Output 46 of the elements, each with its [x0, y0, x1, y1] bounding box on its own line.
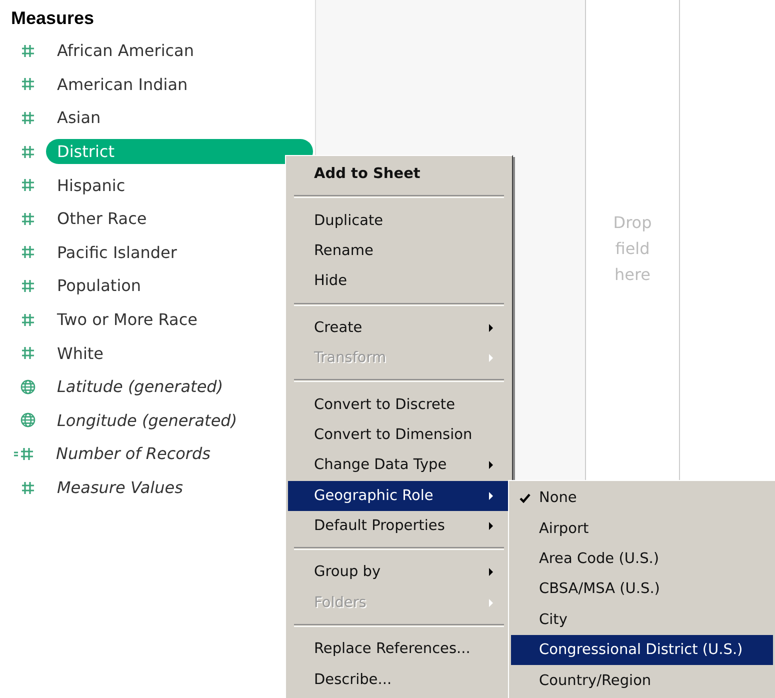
- hash-icon: [20, 42, 36, 59]
- submenu-arrow-icon: [488, 324, 494, 332]
- menu-item[interactable]: None: [511, 483, 773, 514]
- hash-icon: [20, 144, 36, 160]
- menu-item[interactable]: Replace References...: [288, 634, 510, 664]
- globe-icon: [20, 378, 36, 395]
- hash-icon: [20, 76, 36, 92]
- menu-item[interactable]: Congressional District (U.S.): [511, 634, 773, 666]
- menu-item[interactable]: Change Data Type: [288, 450, 510, 481]
- hash-icon: [20, 480, 36, 496]
- field-pill[interactable]: Asian: [46, 105, 313, 130]
- hash-icon: [20, 345, 36, 362]
- check-icon: [519, 492, 531, 504]
- field-pill[interactable]: African American: [46, 38, 313, 64]
- menu-item[interactable]: Airport: [511, 513, 773, 544]
- menu-item[interactable]: Hide: [288, 266, 510, 297]
- menu-item[interactable]: Convert to Dimension: [288, 420, 510, 450]
- panel-title: Measures: [11, 7, 96, 30]
- menu-item[interactable]: Create: [288, 312, 510, 343]
- menu-item[interactable]: Group by: [288, 557, 510, 588]
- submenu-arrow-icon: [488, 568, 494, 576]
- field-pill[interactable]: American Indian: [46, 72, 313, 97]
- submenu-arrow-icon: [488, 598, 494, 607]
- hash-icon: [20, 177, 36, 194]
- hash-icon: [20, 110, 36, 126]
- submenu-arrow-icon: [488, 492, 494, 500]
- menu-item[interactable]: Country/Region: [511, 665, 773, 696]
- calculated-hash-icon: [13, 446, 35, 462]
- hash-icon: [20, 210, 36, 227]
- menu-item[interactable]: Geographic Role: [288, 480, 510, 511]
- menu-item[interactable]: Rename: [288, 236, 510, 266]
- menu-item[interactable]: Default Properties: [288, 510, 510, 542]
- menu-item[interactable]: Area Code (U.S.): [511, 544, 773, 574]
- submenu-arrow-icon: [488, 522, 494, 530]
- menu-item[interactable]: Duplicate: [288, 205, 510, 236]
- submenu-arrow-icon: [488, 461, 494, 470]
- menu-item[interactable]: Describe...: [288, 664, 510, 695]
- menu-item[interactable]: City: [511, 604, 773, 635]
- menu-item[interactable]: Convert to Discrete: [288, 389, 510, 420]
- hash-icon: [20, 312, 36, 328]
- hash-icon: [20, 278, 36, 294]
- drop-hint: Drop field here: [612, 212, 653, 286]
- hash-icon: [20, 244, 36, 260]
- globe-icon: [20, 412, 36, 428]
- menu-item[interactable]: CBSA/MSA (U.S.): [511, 574, 773, 605]
- submenu-arrow-icon: [488, 354, 494, 362]
